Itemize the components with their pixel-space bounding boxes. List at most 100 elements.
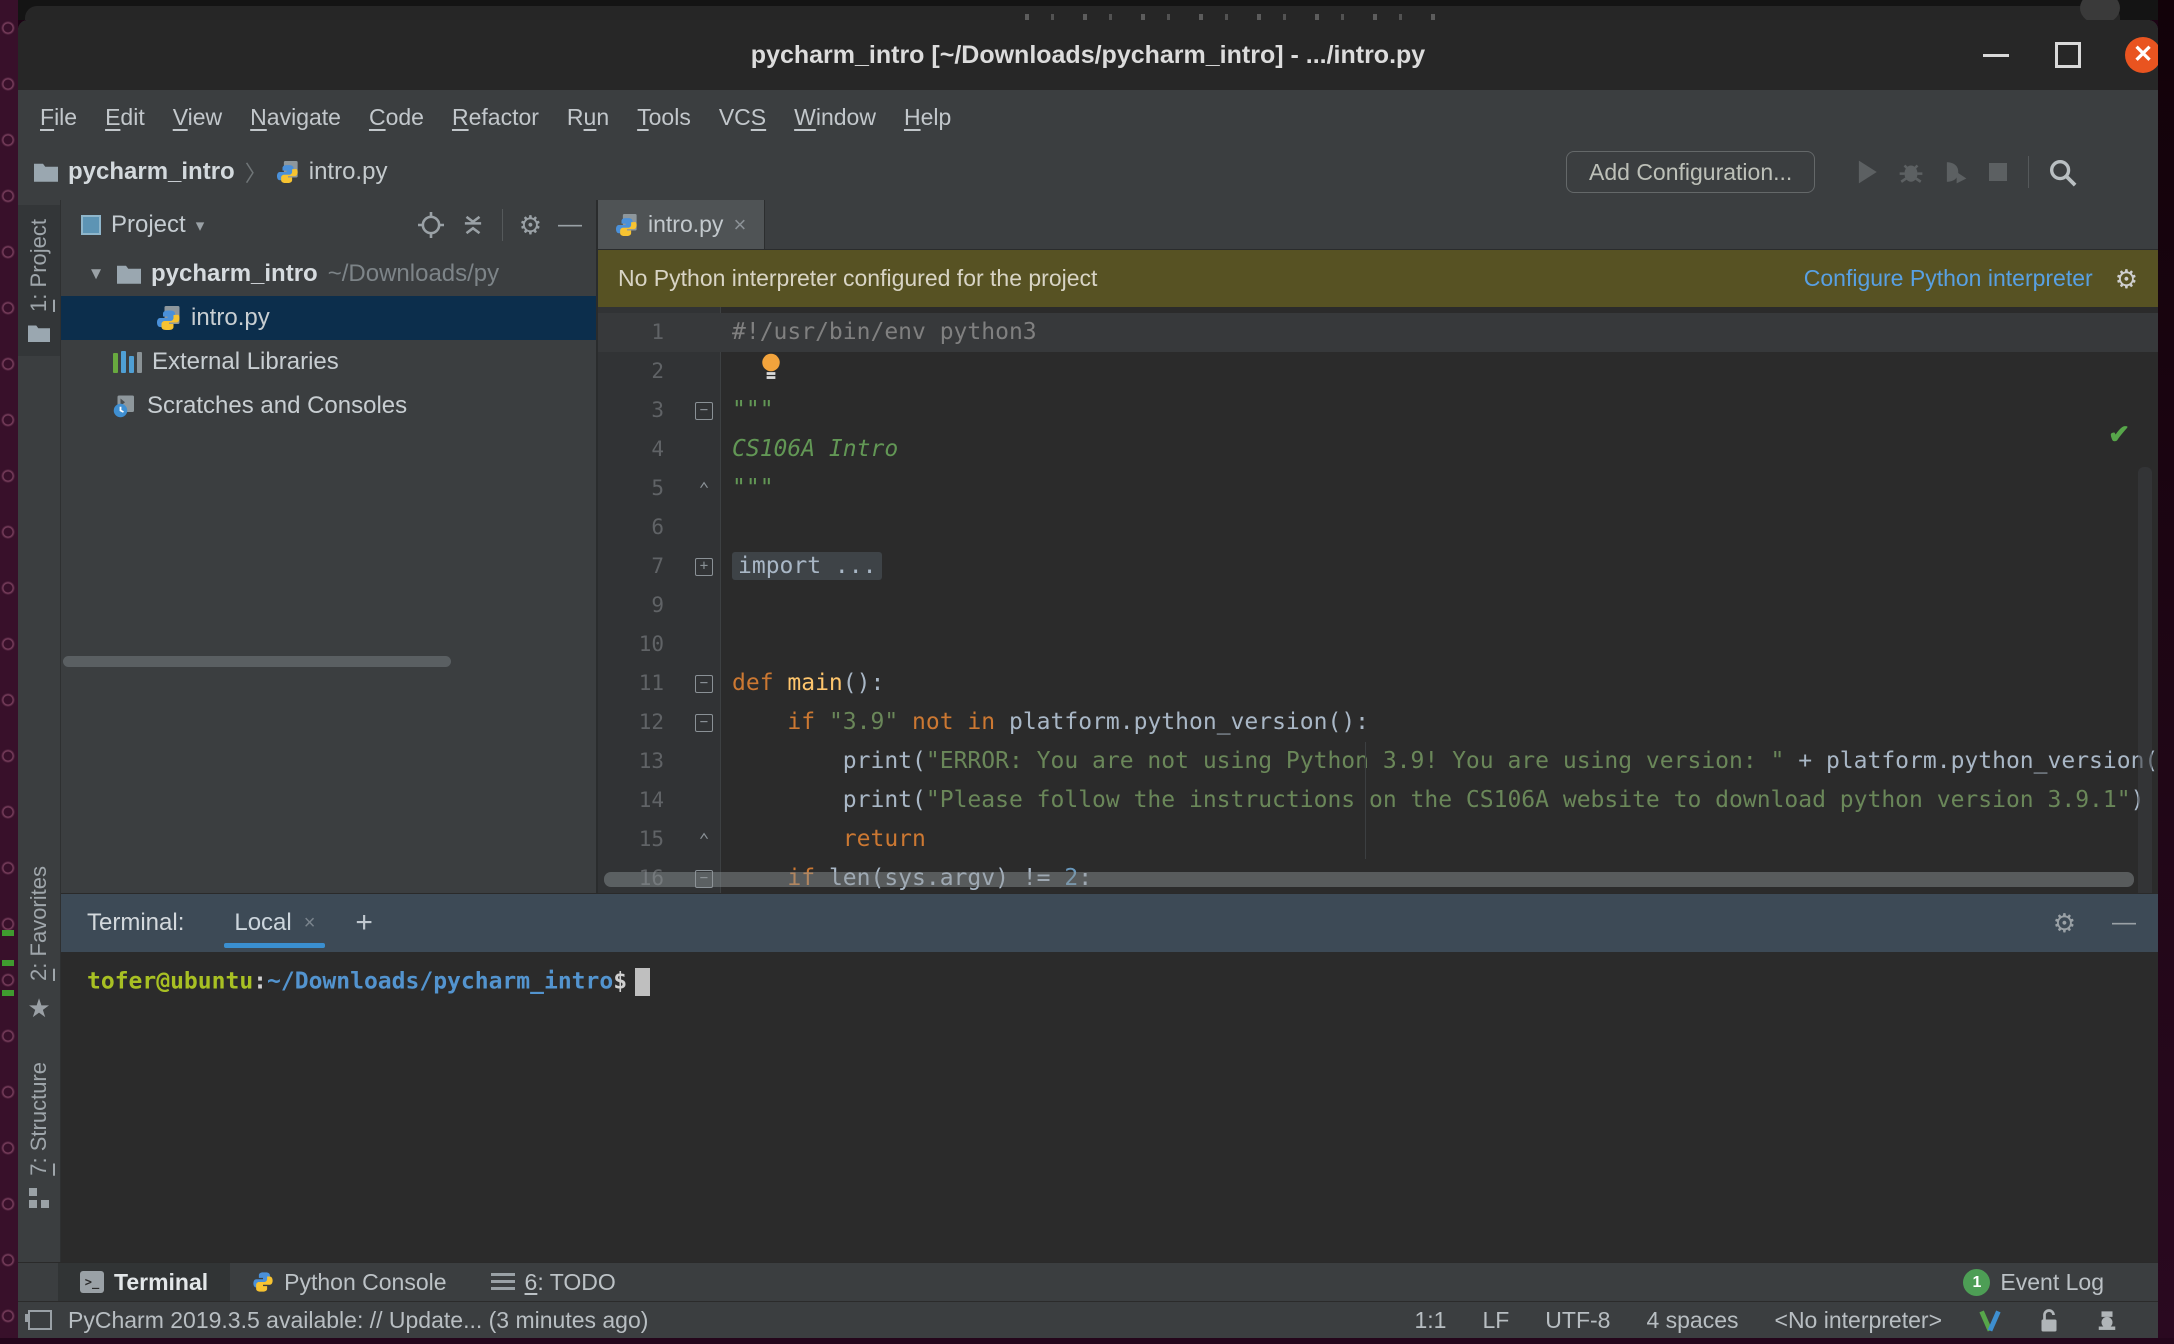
add-configuration-button[interactable]: Add Configuration... [1566, 151, 1816, 193]
coverage-icon[interactable] [1942, 159, 1968, 185]
fold-icon[interactable]: − [690, 391, 718, 430]
line-number: 4 [651, 437, 664, 461]
wallpaper-marks [2, 930, 14, 1020]
code-line-10[interactable]: 10 [598, 625, 2158, 664]
menu-file[interactable]: File [26, 104, 91, 131]
tree-row-root[interactable]: ▼ pycharm_intro ~/Downloads/py [61, 252, 596, 296]
menu-vcs[interactable]: VCS [705, 104, 780, 131]
collapse-all-icon[interactable] [460, 212, 486, 238]
code-line-2[interactable]: 2 [598, 352, 2158, 391]
desktop-left-strip [0, 0, 18, 1344]
event-log-button[interactable]: 1 Event Log [1963, 1263, 2104, 1302]
maximize-button[interactable] [2038, 20, 2098, 90]
status-message[interactable]: PyCharm 2019.3.5 available: // Update...… [68, 1307, 648, 1334]
breadcrumb-file[interactable]: intro.py [309, 158, 388, 186]
tab-intro-py[interactable]: intro.py × [598, 200, 766, 249]
code-line-12[interactable]: 12 − if "3.9" not in platform.python_vers… [598, 703, 2158, 742]
gear-icon[interactable]: ⚙ [2053, 910, 2076, 936]
folded-region[interactable]: import ... [732, 552, 883, 580]
menu-edit[interactable]: Edit [91, 104, 159, 131]
tree-row-file[interactable]: intro.py [61, 296, 596, 340]
bottom-tab-python-console[interactable]: Python Console [230, 1263, 468, 1301]
editor-area: intro.py × No Python interpreter configu… [598, 200, 2158, 893]
chevron-down-icon[interactable]: ▾ [196, 217, 205, 234]
close-button[interactable]: ✕ [2110, 20, 2158, 90]
debug-icon[interactable] [1898, 159, 1924, 185]
indent-setting[interactable]: 4 spaces [1646, 1307, 1738, 1334]
terminal-output[interactable]: tofer@ubuntu:~/Downloads/pycharm_intro$ [61, 952, 2158, 1262]
minimize-button[interactable] [1966, 20, 2026, 90]
code-line-7[interactable]: 7 + import ... [598, 547, 2158, 586]
project-horizontal-scrollbar[interactable] [63, 656, 451, 667]
menu-window[interactable]: Window [780, 104, 890, 131]
search-everywhere-icon[interactable] [2047, 157, 2077, 187]
fold-icon[interactable]: − [690, 664, 718, 703]
caret-position[interactable]: 1:1 [1414, 1307, 1446, 1334]
new-terminal-icon[interactable]: + [355, 906, 373, 940]
project-view-title[interactable]: Project [111, 211, 186, 239]
code-line-4[interactable]: 4 CS106A Intro [598, 430, 2158, 469]
code-line-6[interactable]: 6 [598, 508, 2158, 547]
code-line-15[interactable]: 15 ⌃ return [598, 820, 2158, 859]
folder-icon [34, 162, 58, 182]
code-line-13[interactable]: 13 print("ERROR: You are not using Pytho… [598, 742, 2158, 781]
interpreter-setting[interactable]: <No interpreter> [1775, 1307, 1942, 1334]
editor-horizontal-scrollbar[interactable] [604, 872, 2134, 887]
code-text: print("ERROR: You are not using Python 3… [732, 748, 2158, 774]
tab-close-icon[interactable]: × [733, 212, 746, 238]
tree-row-external-libraries[interactable]: External Libraries [61, 340, 596, 384]
menu-refactor[interactable]: Refactor [438, 104, 553, 131]
tree-row-scratches[interactable]: Scratches and Consoles [61, 384, 596, 428]
banner-message: No Python interpreter configured for the… [618, 265, 1098, 291]
expander-icon[interactable]: ▼ [85, 264, 107, 284]
inspection-ok-icon[interactable]: ✔ [2108, 419, 2130, 450]
run-icon[interactable] [1854, 159, 1880, 185]
gear-icon[interactable]: ⚙ [519, 212, 542, 238]
hide-panel-icon[interactable]: — [558, 213, 582, 237]
terminal-tab-close-icon[interactable]: × [304, 912, 316, 935]
menu-view[interactable]: View [159, 104, 236, 131]
fold-icon[interactable]: ⌃ [690, 820, 718, 860]
line-ending[interactable]: LF [1482, 1307, 1509, 1334]
menu-run[interactable]: Run [553, 104, 623, 131]
title-bar[interactable]: pycharm_intro [~/Downloads/pycharm_intro… [18, 20, 2158, 90]
fold-icon[interactable]: − [690, 703, 718, 742]
header-divider [501, 209, 503, 241]
highlighting-level-icon[interactable] [2096, 1309, 2118, 1333]
toolwindow-toggle-icon[interactable] [25, 1310, 52, 1330]
menu-tools[interactable]: Tools [623, 104, 705, 131]
fold-icon[interactable]: + [690, 547, 718, 586]
intention-bulb-icon[interactable] [760, 352, 782, 380]
bottom-tab-terminal[interactable]: >_ Terminal [58, 1263, 231, 1301]
code-editor[interactable]: 1 #!/usr/bin/env python3 2 3− """ 4 CS106A Int… [598, 307, 2158, 893]
menu-navigate[interactable]: Navigate [236, 104, 355, 131]
bottom-tab-6-todo[interactable]: 6: TODO [469, 1263, 638, 1301]
fold-icon[interactable]: ⌃ [690, 469, 718, 509]
file-encoding[interactable]: UTF-8 [1545, 1307, 1610, 1334]
stripe-structure-button[interactable]: 7: Structure [18, 1048, 60, 1222]
indent-guide [1365, 742, 1366, 859]
breadcrumb-project[interactable]: pycharm_intro [68, 158, 235, 186]
code-line-11[interactable]: 11 − def main(): [598, 664, 2158, 703]
editor-vertical-scrollbar[interactable] [2138, 467, 2152, 893]
code-line-14[interactable]: 14 print("Please follow the instructions… [598, 781, 2158, 820]
hide-panel-icon[interactable]: — [2112, 911, 2136, 935]
vim-plugin-icon[interactable] [1978, 1309, 2002, 1333]
stripe-project-button[interactable]: 1: Project [18, 205, 60, 356]
stripe-favorites-button[interactable]: 2: Favorites ★ [18, 852, 60, 1038]
unlock-icon[interactable] [2038, 1308, 2060, 1333]
code-line-3[interactable]: 3 − """ [598, 391, 2158, 430]
terminal-tab-local[interactable]: Local × [224, 894, 326, 952]
tree-root-path: ~/Downloads/py [327, 260, 500, 287]
code-line-1[interactable]: 1 #!/usr/bin/env python3 [598, 313, 2158, 352]
configure-interpreter-link[interactable]: Configure Python interpreter [1804, 265, 2093, 292]
project-tool-window: Project ▾ ⚙ — ▼ pycharm_intro ~/Download… [61, 200, 596, 893]
menu-help[interactable]: Help [890, 104, 965, 131]
code-line-5[interactable]: 5 ⌃ """ [598, 469, 2158, 508]
stop-icon[interactable] [1986, 160, 2010, 184]
locate-icon[interactable] [417, 212, 444, 238]
python-file-icon [616, 213, 638, 236]
gear-icon[interactable]: ⚙ [2115, 266, 2138, 292]
code-line-9[interactable]: 9 [598, 586, 2158, 625]
menu-code[interactable]: Code [355, 104, 438, 131]
